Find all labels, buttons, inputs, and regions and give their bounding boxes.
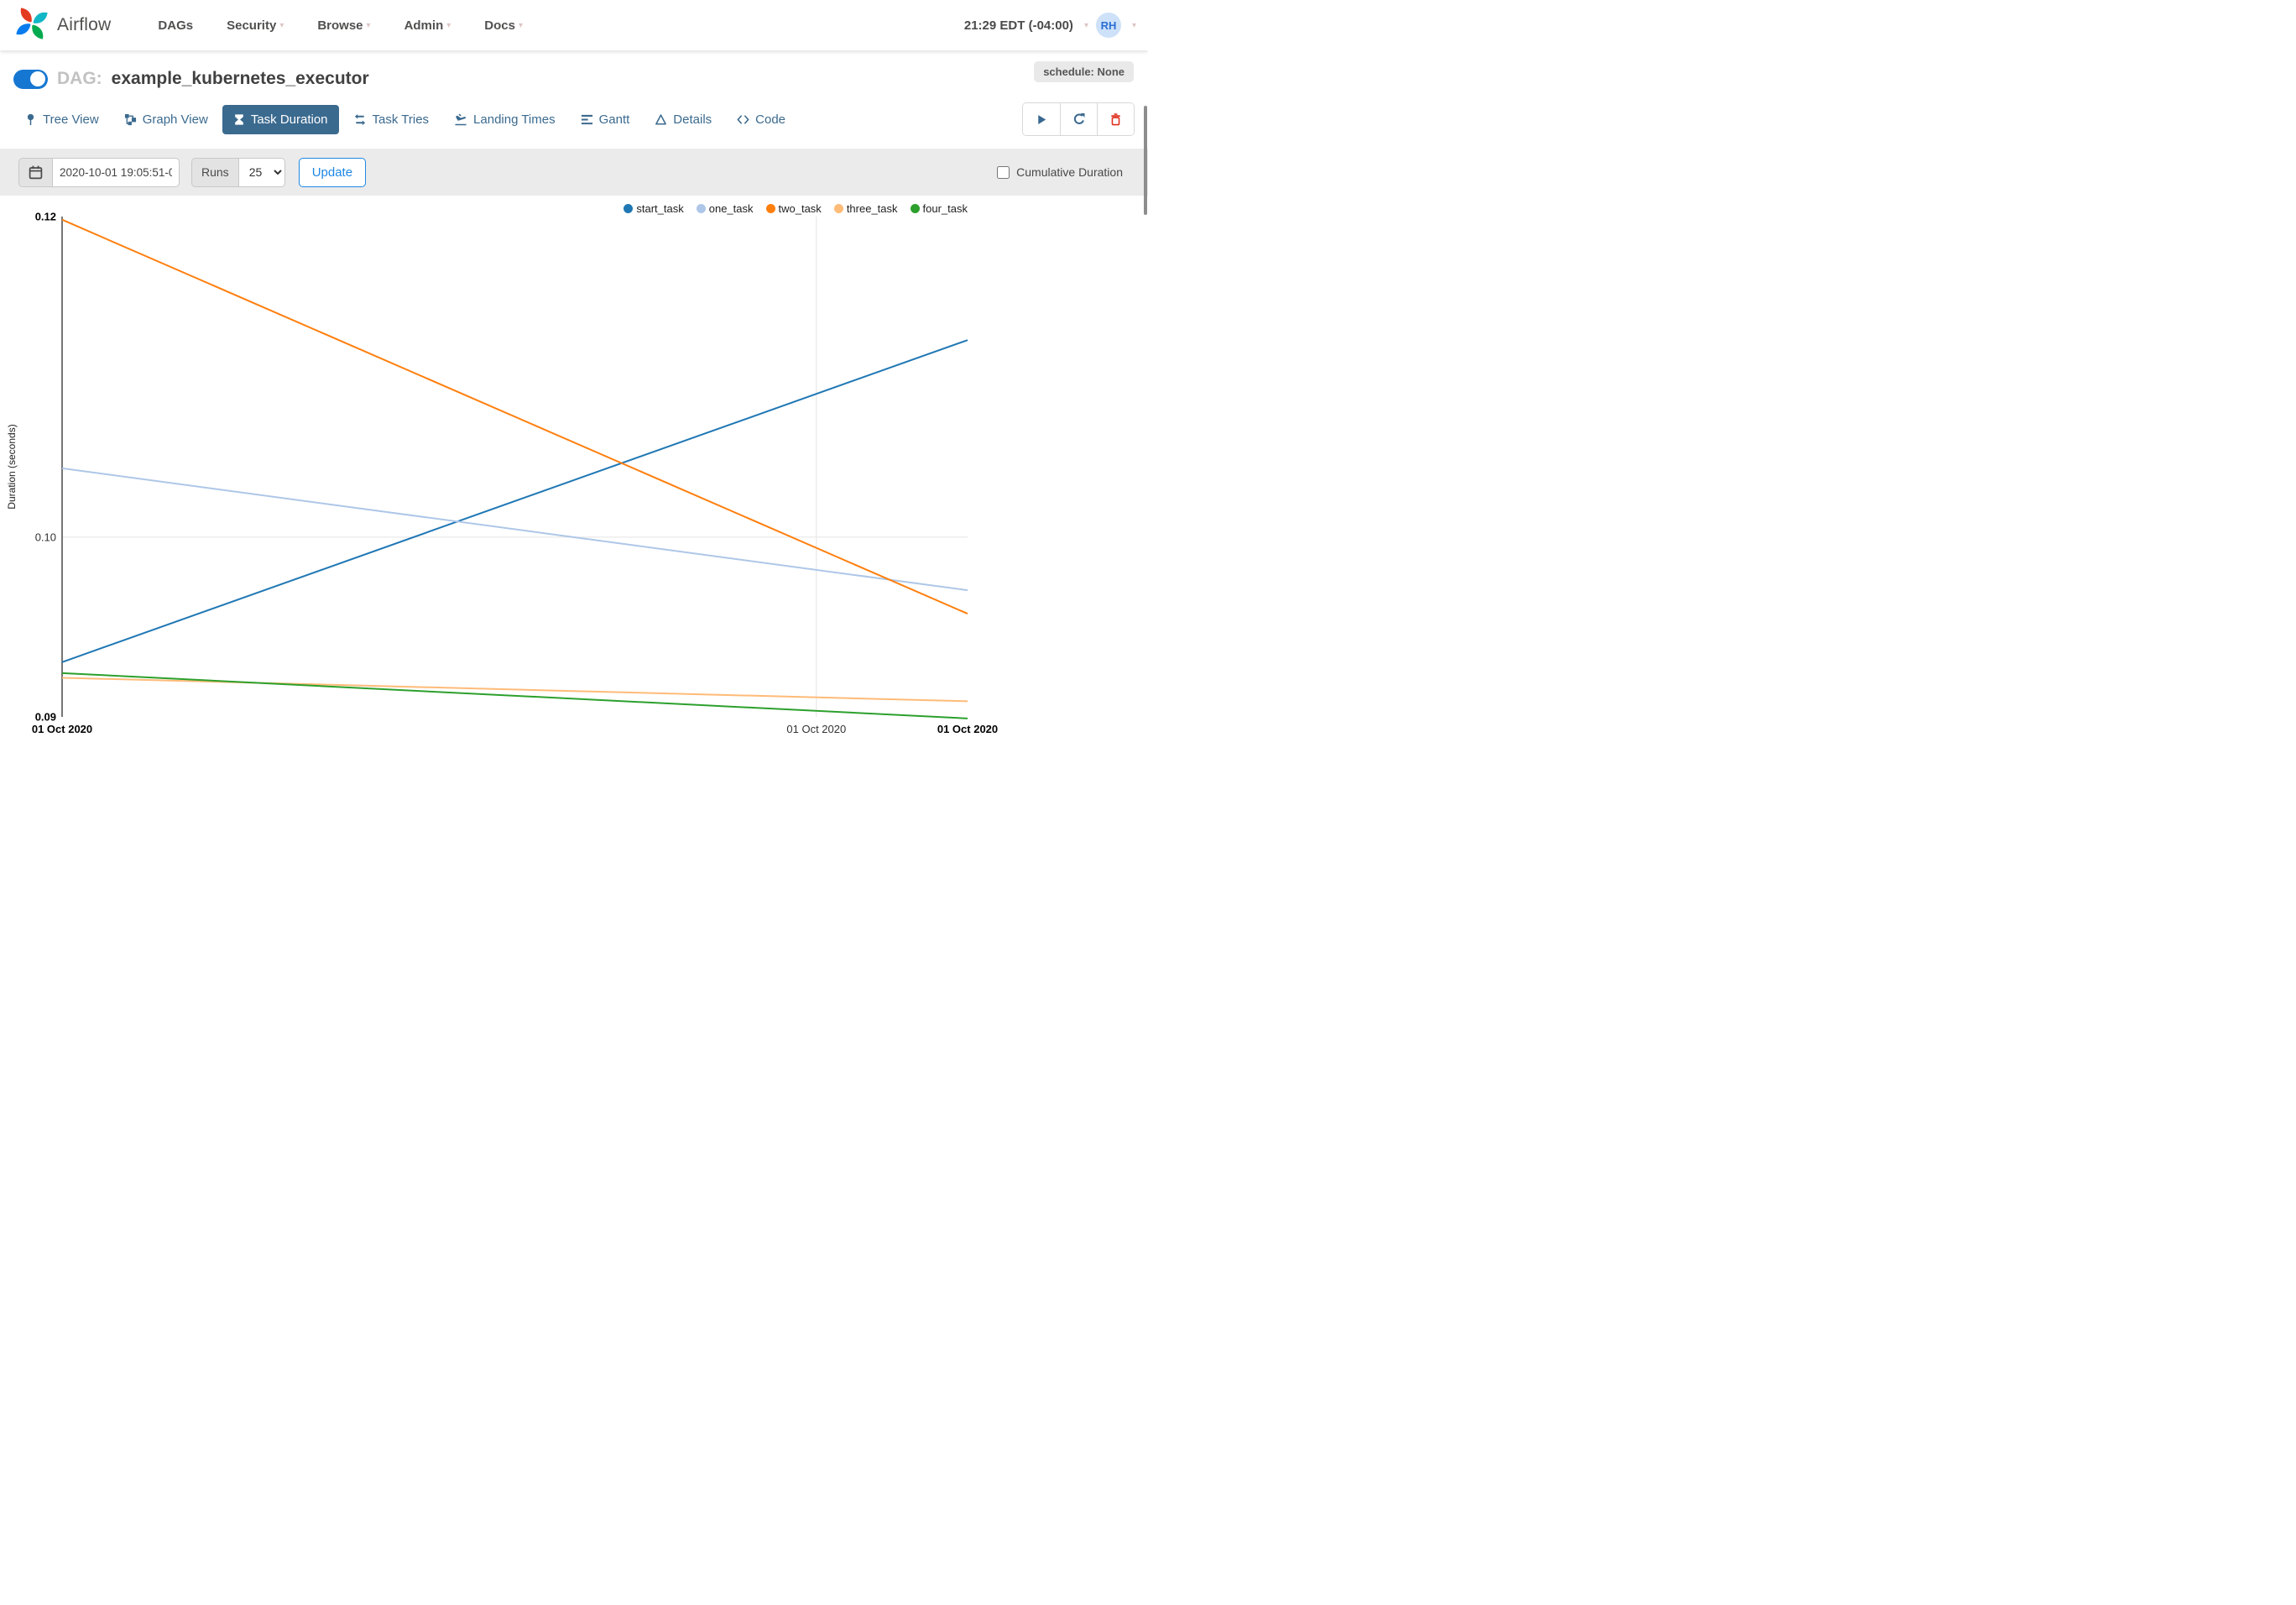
airflow-app: Airflow DAGs Security ▾ Browse ▾ Admin ▾ Docs ▾ … (0, 0, 1148, 802)
runs-label: Runs (191, 157, 238, 187)
nav-item-docs[interactable]: Docs ▾ (484, 18, 523, 33)
clock-menu[interactable]: 21:29 EDT (-04:00) (964, 18, 1073, 33)
tab-tree-view[interactable]: Tree View (13, 105, 110, 134)
tab-label: Landing Times (473, 112, 556, 127)
repeat-icon (353, 113, 367, 126)
tab-label: Graph View (142, 112, 208, 127)
tab-details[interactable]: Details (644, 105, 723, 134)
nav-item-dags[interactable]: DAGs (158, 18, 193, 33)
tab-label: Details (673, 112, 712, 127)
tab-label: Gantt (598, 112, 630, 127)
dag-title: example_kubernetes_executor (111, 69, 369, 88)
avatar[interactable]: RH (1095, 13, 1121, 38)
svg-text:0.12: 0.12 (35, 211, 56, 223)
tab-task-tries[interactable]: Task Tries (342, 105, 441, 134)
legend-dot-icon (910, 204, 920, 213)
legend-label: start_task (636, 202, 684, 215)
brand-name: Airflow (57, 15, 112, 34)
base-date-input[interactable] (52, 157, 180, 187)
refresh-button[interactable] (1060, 103, 1097, 135)
plane-landing-icon (454, 113, 467, 126)
legend-label: one_task (708, 202, 754, 215)
dag-prefix: DAG: (57, 69, 102, 88)
base-date-group (18, 157, 180, 187)
tab-graph-view[interactable]: Graph View (113, 105, 219, 134)
trigger-dag-button[interactable] (1023, 103, 1060, 135)
airflow-brand[interactable]: Airflow (13, 5, 111, 46)
navbar: Airflow DAGs Security ▾ Browse ▾ Admin ▾ Docs ▾ … (0, 0, 1148, 50)
tab-label: Task Duration (250, 112, 328, 127)
dag-pause-toggle[interactable] (13, 69, 48, 89)
dag-action-buttons (1022, 102, 1135, 136)
graph-view-icon (124, 113, 137, 126)
gantt-bars-icon (581, 113, 593, 126)
legend-item-start_task[interactable]: start_task (624, 202, 684, 215)
tab-task-duration[interactable]: Task Duration (222, 104, 339, 134)
task-duration-chart: 0.120.100.0901 Oct 2020 01 Oct 2020 01 Oct… (6, 211, 998, 736)
nav-item-browse[interactable]: Browse ▾ (317, 18, 370, 33)
legend-label: two_task (778, 202, 822, 215)
num-runs-select[interactable]: 25 (237, 157, 285, 187)
legend-dot-icon (833, 204, 843, 213)
view-tabs: Tree View Graph View Task Duration Task Tri… (13, 104, 796, 134)
tab-code[interactable]: Code (726, 105, 796, 134)
legend-item-three_task[interactable]: three_task (833, 202, 898, 215)
tab-label: Task Tries (372, 112, 430, 127)
svg-text:0.09: 0.09 (35, 711, 56, 724)
chevron-down-icon: ▾ (366, 20, 371, 30)
chevron-down-icon: ▾ (1083, 20, 1088, 30)
nav-item-security[interactable]: Security ▾ (227, 18, 284, 33)
trash-icon (1109, 112, 1122, 126)
dag-header: DAG: example_kubernetes_executor (13, 69, 1135, 89)
view-tabs-row: Tree View Graph View Task Duration Task Tri… (13, 102, 1135, 136)
schedule-badge: schedule: None (1034, 61, 1134, 82)
runs-group: Runs 25 (191, 157, 285, 187)
cumulative-duration-label: Cumulative Duration (1016, 165, 1123, 179)
svg-text:Duration (seconds): Duration (seconds) (6, 424, 18, 509)
code-brackets-icon (737, 113, 749, 126)
calendar-icon[interactable] (18, 157, 52, 187)
tree-view-icon (24, 113, 37, 126)
chevron-down-icon: ▾ (279, 20, 284, 30)
refresh-icon (1072, 112, 1086, 126)
delete-button[interactable] (1097, 103, 1134, 135)
airflow-logo-icon (13, 5, 50, 46)
cumulative-duration-checkbox[interactable] (997, 165, 1010, 179)
svg-text:0.10: 0.10 (35, 531, 56, 543)
chevron-down-icon: ▾ (446, 20, 451, 30)
legend-label: four_task (922, 202, 968, 215)
filter-bar: Runs 25 Update Cumulative Duration (0, 149, 1148, 196)
svg-text:01 Oct 2020: 01 Oct 2020 (786, 723, 846, 735)
chevron-down-icon: ▾ (1131, 20, 1136, 30)
chevron-down-icon: ▾ (518, 20, 523, 30)
legend-dot-icon (624, 204, 634, 213)
legend-item-two_task[interactable]: two_task (765, 202, 822, 215)
tab-label: Code (755, 112, 786, 127)
tab-gantt[interactable]: Gantt (570, 105, 641, 134)
legend-label: three_task (846, 202, 898, 215)
legend-dot-icon (765, 204, 775, 213)
triangle-icon (655, 113, 667, 126)
hourglass-icon (233, 113, 245, 126)
tab-landing-times[interactable]: Landing Times (443, 105, 566, 134)
legend-item-one_task[interactable]: one_task (696, 202, 754, 215)
nav-item-admin[interactable]: Admin ▾ (404, 18, 451, 33)
nav-menu: DAGs Security ▾ Browse ▾ Admin ▾ Docs ▾ (158, 18, 523, 33)
svg-text:01 Oct 2020: 01 Oct 2020 (32, 723, 92, 735)
play-icon (1036, 113, 1048, 126)
legend-item-four_task[interactable]: four_task (910, 202, 968, 215)
scrollbar-thumb[interactable] (1144, 106, 1147, 215)
svg-text:01 Oct 2020: 01 Oct 2020 (937, 723, 998, 735)
legend-dot-icon (696, 204, 706, 213)
chart-legend: start_task one_task two_task three_task four… (624, 202, 968, 215)
task-duration-chart-section: 0.12 0.10 0.09 01 Oct 2020 01 Oct 2020 01 Oct… (0, 196, 1148, 750)
tab-label: Tree View (43, 112, 99, 127)
update-button[interactable]: Update (298, 157, 367, 187)
